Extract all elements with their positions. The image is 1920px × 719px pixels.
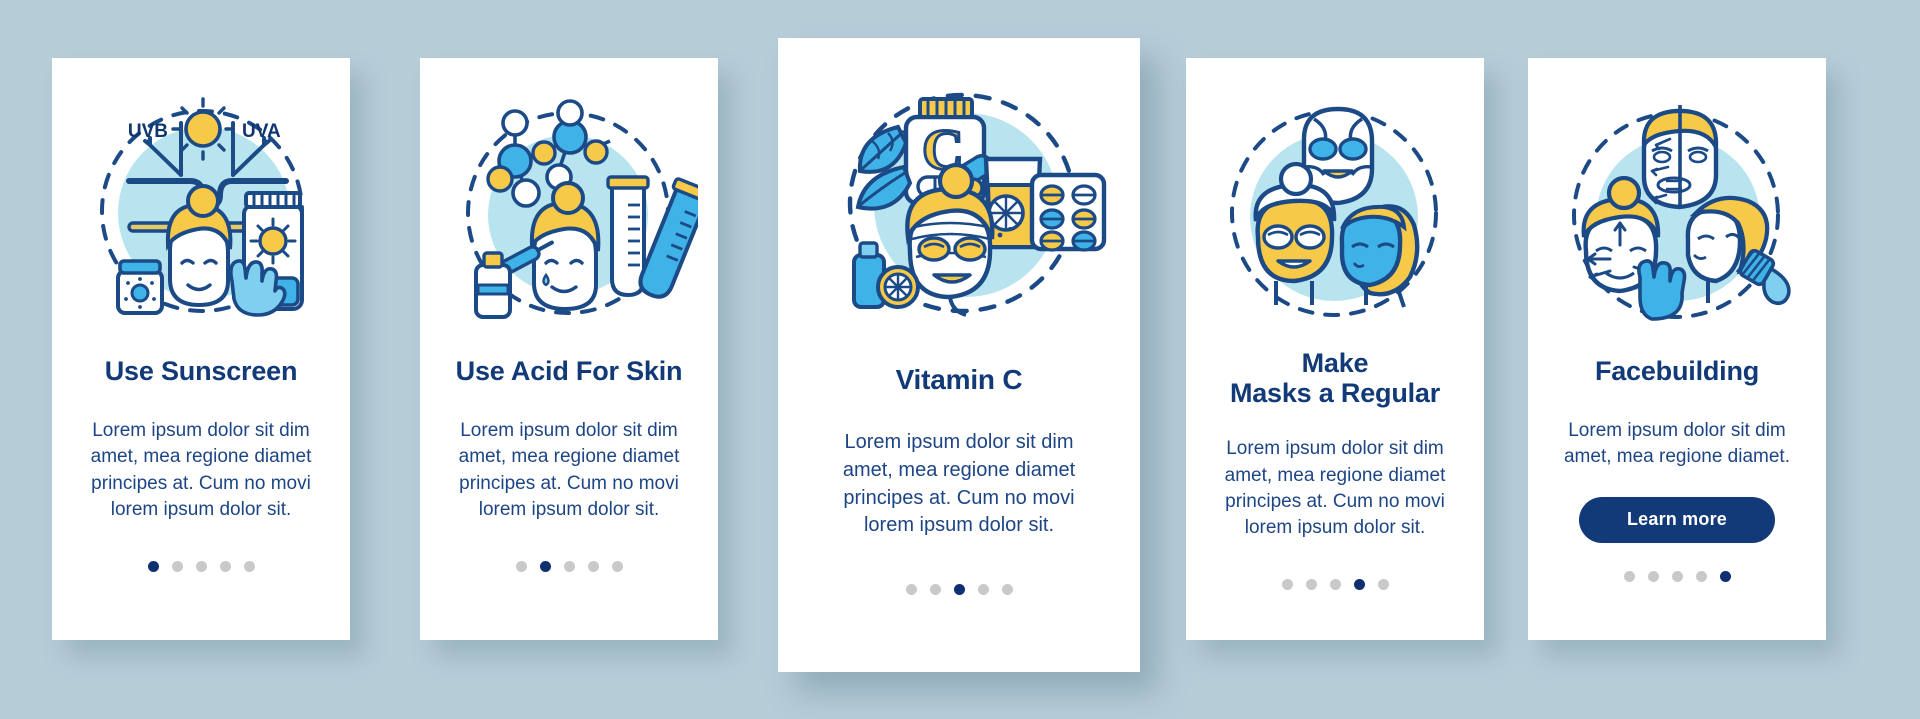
card-title: Vitamin C [895,364,1023,395]
pagination-dot-1[interactable] [1623,570,1635,582]
face-masks-illustration [1205,92,1465,322]
onboarding-card-facebuilding[interactable]: Facebuilding Lorem ipsum dolor sit dim a… [1528,58,1826,640]
pagination-dots[interactable] [905,583,1013,595]
pagination-dot-2[interactable] [539,561,551,573]
onboarding-card-make-masks-a-regular[interactable]: Make Masks a Regular Lorem ipsum dolor s… [1186,58,1484,640]
vitamin-c-illustration: C [809,78,1109,328]
facebuilding-illustration [1547,92,1807,322]
pagination-dot-5[interactable] [243,561,255,573]
pagination-dot-1[interactable] [1281,579,1293,591]
pagination-dot-1[interactable] [905,583,917,595]
card-body: Lorem ipsum dolor sit dim amet, mea regi… [1563,420,1790,468]
pagination-dots[interactable] [1623,570,1731,582]
pagination-dots[interactable] [147,561,255,573]
pagination-dot-2[interactable] [929,583,941,595]
card-title-line-1: Make [1301,348,1369,378]
pagination-dot-4[interactable] [1695,570,1707,582]
card-title: Use Sunscreen [104,356,298,386]
pagination-dot-3[interactable] [563,561,575,573]
sunscreen-illustration: UVB UVA [71,92,331,322]
card-body: Lorem ipsum dolor sit dim amet, mea regi… [90,420,312,520]
pagination-dot-1[interactable] [147,561,159,573]
pagination-dot-4[interactable] [1353,579,1365,591]
pagination-dot-1[interactable] [515,561,527,573]
card-body: Lorem ipsum dolor sit dim amet, mea regi… [842,431,1076,537]
card-body: Lorem ipsum dolor sit dim amet, mea regi… [458,420,680,520]
onboarding-card-vitamin-c[interactable]: C Vitamin C Lorem ipsum dolor sit dim am… [778,38,1140,672]
pagination-dot-4[interactable] [219,561,231,573]
pagination-dot-5[interactable] [1377,579,1389,591]
card-title-line-2: Masks a Regular [1229,378,1441,409]
pagination-dot-3[interactable] [195,561,207,573]
pagination-dot-2[interactable] [1647,570,1659,582]
label-uva: UVA [242,121,281,142]
pagination-dots[interactable] [1281,579,1389,591]
card-title: Make Masks a Regular [1230,348,1440,408]
label-uvb: UVB [128,121,168,142]
pagination-dot-5[interactable] [611,561,623,573]
pagination-dot-2[interactable] [1305,579,1317,591]
onboarding-card-use-acid-for-skin[interactable]: Use Acid For Skin Lorem ipsum dolor sit … [420,58,718,640]
card-body: Lorem ipsum dolor sit dim amet, mea regi… [1224,438,1446,539]
pagination-dot-2[interactable] [171,561,183,573]
onboarding-card-use-sunscreen[interactable]: UVB UVA Use Sunscreen Lorem ipsum dolor … [52,58,350,640]
pagination-dot-3[interactable] [1329,579,1341,591]
pagination-dot-5[interactable] [1719,570,1731,582]
card-title: Use Acid For Skin [455,356,683,386]
pagination-dot-5[interactable] [1001,583,1013,595]
acid-molecule-illustration [439,92,699,322]
pagination-dots[interactable] [515,561,623,573]
onboarding-screens-stage: UVB UVA Use Sunscreen Lorem ipsum dolor … [0,0,1920,719]
pagination-dot-4[interactable] [587,561,599,573]
pagination-dot-4[interactable] [977,583,989,595]
learn-more-button[interactable]: Learn more [1579,496,1775,543]
card-title: Facebuilding [1594,356,1760,386]
pagination-dot-3[interactable] [953,583,965,595]
pagination-dot-3[interactable] [1671,570,1683,582]
